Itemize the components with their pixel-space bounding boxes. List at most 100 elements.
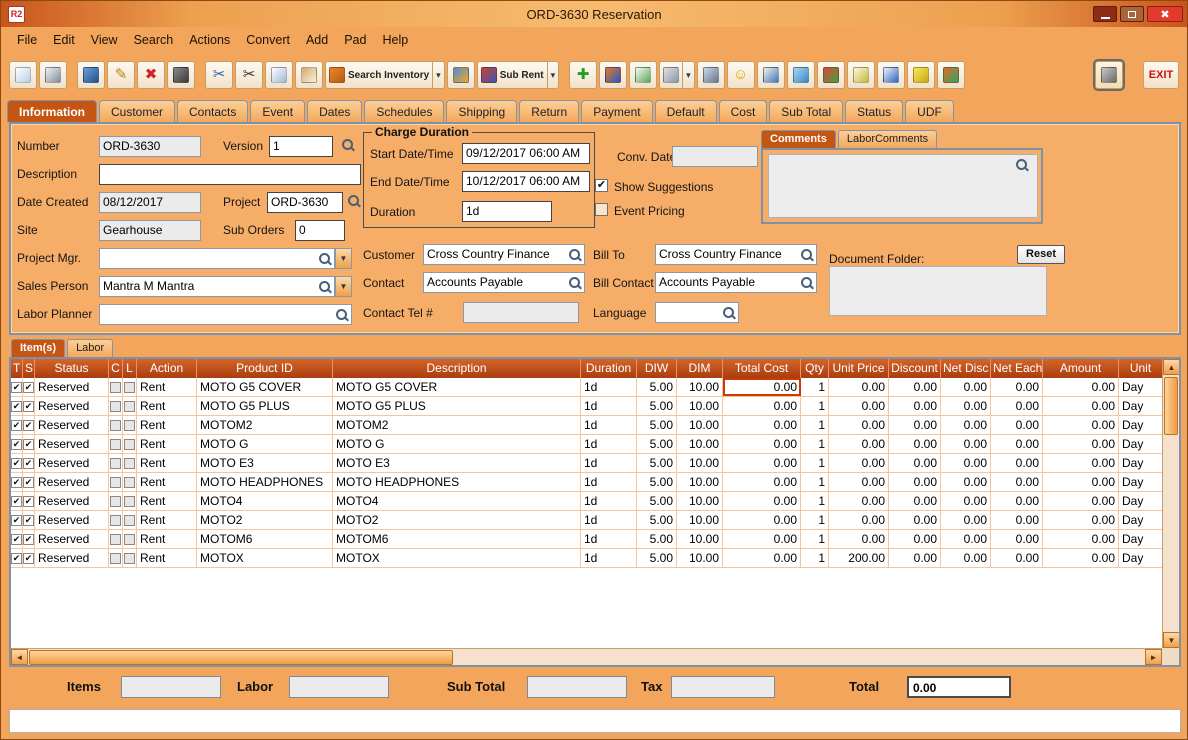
cell-unit_price[interactable]: 0.00 bbox=[829, 416, 889, 434]
cell-action[interactable]: Rent bbox=[137, 492, 197, 510]
cell-dim[interactable]: 10.00 bbox=[677, 416, 723, 434]
menu-file[interactable]: File bbox=[9, 29, 45, 51]
cell-amount[interactable]: 0.00 bbox=[1043, 473, 1119, 491]
column-header-action[interactable]: Action bbox=[137, 359, 197, 378]
cell-action[interactable]: Rent bbox=[137, 378, 197, 396]
tab-dates[interactable]: Dates bbox=[307, 100, 362, 122]
cell-s[interactable]: ✔ bbox=[23, 473, 35, 491]
cell-l[interactable] bbox=[123, 397, 137, 415]
cell-net_each[interactable]: 0.00 bbox=[991, 473, 1043, 491]
tab-udf[interactable]: UDF bbox=[905, 100, 954, 122]
export-arrow-button[interactable] bbox=[877, 61, 905, 89]
project-mgr-lookup-icon[interactable] bbox=[318, 252, 332, 266]
cell-net_disc[interactable]: 0.00 bbox=[941, 397, 991, 415]
s-checkbox[interactable]: ✔ bbox=[23, 458, 34, 469]
menu-convert[interactable]: Convert bbox=[238, 29, 298, 51]
cell-amount[interactable]: 0.00 bbox=[1043, 530, 1119, 548]
cell-net_disc[interactable]: 0.00 bbox=[941, 435, 991, 453]
cell-status[interactable]: Reserved bbox=[35, 511, 109, 529]
cell-status[interactable]: Reserved bbox=[35, 454, 109, 472]
cell-net_each[interactable]: 0.00 bbox=[991, 530, 1043, 548]
c-checkbox[interactable] bbox=[110, 515, 121, 526]
menu-actions[interactable]: Actions bbox=[181, 29, 238, 51]
paste-button[interactable] bbox=[295, 61, 323, 89]
notepad-button[interactable] bbox=[847, 61, 875, 89]
tab-return[interactable]: Return bbox=[519, 100, 579, 122]
cell-c[interactable] bbox=[109, 492, 123, 510]
table-row[interactable]: ✔✔ReservedRentMOTOXMOTOX1d5.0010.000.001… bbox=[11, 549, 1179, 568]
cell-unit_price[interactable]: 0.00 bbox=[829, 435, 889, 453]
exit-button[interactable]: EXIT bbox=[1143, 61, 1179, 89]
cell-t[interactable]: ✔ bbox=[11, 454, 23, 472]
column-header-product_id[interactable]: Product ID bbox=[197, 359, 333, 378]
cell-qty[interactable]: 1 bbox=[801, 397, 829, 415]
table-row[interactable]: ✔✔ReservedRentMOTO4MOTO41d5.0010.000.001… bbox=[11, 492, 1179, 511]
column-header-description[interactable]: Description bbox=[333, 359, 581, 378]
cell-description[interactable]: MOTO HEADPHONES bbox=[333, 473, 581, 491]
number-lookup-icon[interactable] bbox=[341, 138, 355, 152]
l-checkbox[interactable] bbox=[124, 515, 135, 526]
l-checkbox[interactable] bbox=[124, 534, 135, 545]
scroll-up-button[interactable]: ▲ bbox=[1163, 359, 1180, 375]
funnel-filter-button[interactable] bbox=[447, 61, 475, 89]
tab-status[interactable]: Status bbox=[845, 100, 903, 122]
cell-net_disc[interactable]: 0.00 bbox=[941, 454, 991, 472]
cell-s[interactable]: ✔ bbox=[23, 549, 35, 567]
cell-s[interactable]: ✔ bbox=[23, 416, 35, 434]
s-checkbox[interactable]: ✔ bbox=[23, 420, 34, 431]
s-checkbox[interactable]: ✔ bbox=[23, 439, 34, 450]
cell-status[interactable]: Reserved bbox=[35, 397, 109, 415]
bill-contact-lookup-icon[interactable] bbox=[800, 276, 814, 290]
cell-duration[interactable]: 1d bbox=[581, 473, 637, 491]
search-inventory-dropdown-arrow-icon[interactable]: ▾ bbox=[432, 62, 441, 88]
cell-discount[interactable]: 0.00 bbox=[889, 378, 941, 396]
cubes-button[interactable] bbox=[817, 61, 845, 89]
cell-s[interactable]: ✔ bbox=[23, 492, 35, 510]
cell-qty[interactable]: 1 bbox=[801, 416, 829, 434]
language-lookup-icon[interactable] bbox=[722, 306, 736, 320]
cell-t[interactable]: ✔ bbox=[11, 511, 23, 529]
column-header-s[interactable]: S bbox=[23, 359, 35, 378]
cell-total_cost[interactable]: 0.00 bbox=[723, 454, 801, 472]
cell-net_disc[interactable]: 0.00 bbox=[941, 549, 991, 567]
cell-description[interactable]: MOTOM2 bbox=[333, 416, 581, 434]
cell-net_each[interactable]: 0.00 bbox=[991, 454, 1043, 472]
cell-l[interactable] bbox=[123, 378, 137, 396]
contact-field[interactable]: Accounts Payable bbox=[423, 272, 585, 293]
tab-shipping[interactable]: Shipping bbox=[446, 100, 517, 122]
packages-button[interactable] bbox=[937, 61, 965, 89]
cell-dim[interactable]: 10.00 bbox=[677, 473, 723, 491]
card-file-dropdown-arrow-icon[interactable]: ▾ bbox=[682, 62, 691, 88]
l-checkbox[interactable] bbox=[124, 477, 135, 488]
s-checkbox[interactable]: ✔ bbox=[23, 534, 34, 545]
cell-product_id[interactable]: MOTOM6 bbox=[197, 530, 333, 548]
l-checkbox[interactable] bbox=[124, 553, 135, 564]
cell-c[interactable] bbox=[109, 435, 123, 453]
cell-action[interactable]: Rent bbox=[137, 511, 197, 529]
start-datetime-field[interactable]: 09/12/2017 06:00 AM bbox=[462, 143, 590, 164]
cell-t[interactable]: ✔ bbox=[11, 473, 23, 491]
table-row[interactable]: ✔✔ReservedRentMOTO E3MOTO E31d5.0010.000… bbox=[11, 454, 1179, 473]
cell-description[interactable]: MOTO E3 bbox=[333, 454, 581, 472]
cell-discount[interactable]: 0.00 bbox=[889, 549, 941, 567]
column-header-status[interactable]: Status bbox=[35, 359, 109, 378]
cell-c[interactable] bbox=[109, 454, 123, 472]
cell-amount[interactable]: 0.00 bbox=[1043, 492, 1119, 510]
tab-default[interactable]: Default bbox=[655, 100, 717, 122]
labor-planner-lookup-icon[interactable] bbox=[335, 308, 349, 322]
cell-s[interactable]: ✔ bbox=[23, 530, 35, 548]
cell-action[interactable]: Rent bbox=[137, 435, 197, 453]
cell-s[interactable]: ✔ bbox=[23, 454, 35, 472]
cell-total_cost[interactable]: 0.00 bbox=[723, 397, 801, 415]
contact-tel-field[interactable] bbox=[463, 302, 579, 323]
language-field[interactable] bbox=[655, 302, 739, 323]
cell-discount[interactable]: 0.00 bbox=[889, 397, 941, 415]
tab-event[interactable]: Event bbox=[250, 100, 305, 122]
cell-l[interactable] bbox=[123, 473, 137, 491]
cell-unit_price[interactable]: 0.00 bbox=[829, 397, 889, 415]
customer-lookup-icon[interactable] bbox=[568, 248, 582, 262]
cell-diw[interactable]: 5.00 bbox=[637, 435, 677, 453]
c-checkbox[interactable] bbox=[110, 382, 121, 393]
cell-net_each[interactable]: 0.00 bbox=[991, 435, 1043, 453]
column-header-amount[interactable]: Amount bbox=[1043, 359, 1119, 378]
